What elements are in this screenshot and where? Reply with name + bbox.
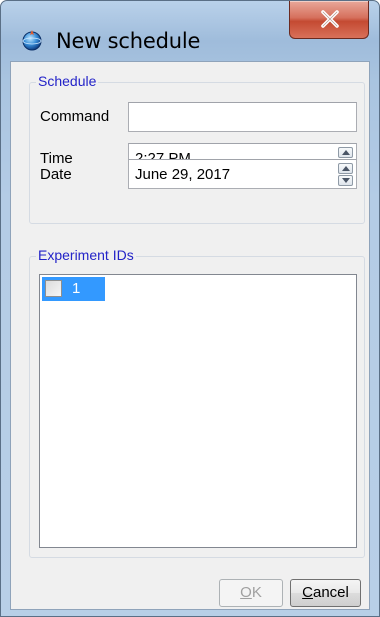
dialog-content: Schedule Command Time 2:27 PM Date June … <box>10 61 370 610</box>
experiment-ids-group-title: Experiment IDs <box>36 247 136 263</box>
experiment-checkbox[interactable] <box>45 280 62 297</box>
date-increment-button[interactable] <box>338 163 353 174</box>
ok-label-rest: K <box>251 584 262 601</box>
arrow-up-icon <box>342 166 350 171</box>
experiment-ids-list[interactable]: 1 <box>39 274 357 548</box>
date-value: June 29, 2017 <box>135 166 231 183</box>
title-bar[interactable]: New schedule <box>1 1 379 61</box>
time-increment-button[interactable] <box>338 147 353 158</box>
list-item[interactable]: 1 <box>42 277 105 301</box>
app-globe-icon <box>21 29 43 51</box>
dialog-window: New schedule Schedule Command Time 2:27 … <box>0 0 380 617</box>
schedule-group-title: Schedule <box>36 73 99 89</box>
date-label: Date <box>40 166 72 183</box>
command-input[interactable] <box>128 102 357 132</box>
date-decrement-button[interactable] <box>338 175 353 186</box>
cancel-button[interactable]: Cancel <box>290 579 361 607</box>
arrow-up-icon <box>342 150 350 155</box>
experiment-id-label: 1 <box>72 280 81 297</box>
cancel-mnemonic: C <box>302 584 313 601</box>
command-label: Command <box>40 108 110 125</box>
cancel-label-rest: ancel <box>312 584 349 601</box>
close-icon <box>321 10 339 28</box>
window-title: New schedule <box>56 29 201 53</box>
ok-button[interactable]: OK <box>219 579 283 607</box>
arrow-down-icon <box>342 178 350 183</box>
ok-mnemonic: O <box>240 584 252 601</box>
close-button[interactable] <box>289 1 369 39</box>
date-spinner[interactable]: June 29, 2017 <box>128 159 357 189</box>
